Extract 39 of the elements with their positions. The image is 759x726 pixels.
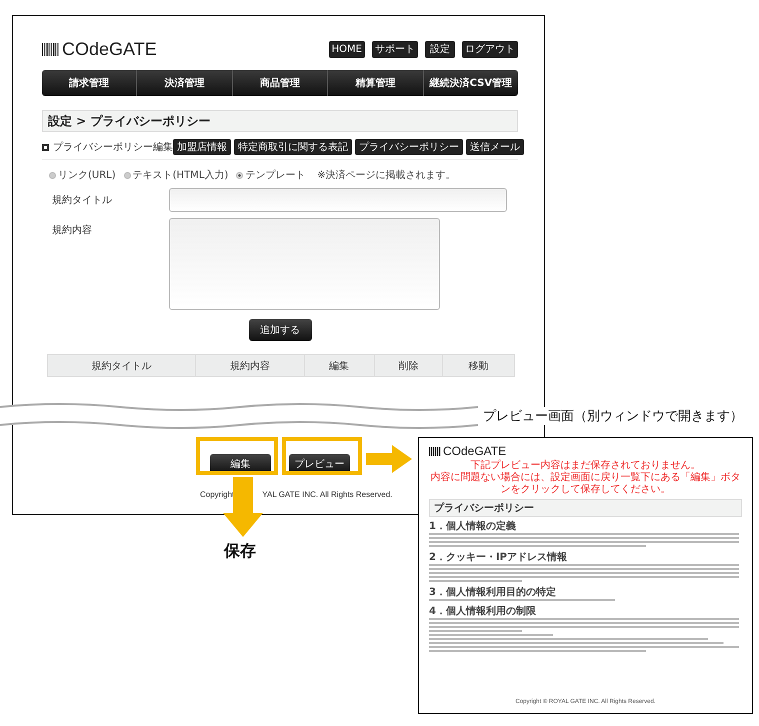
radio-label[interactable]: テキスト(HTML入力) [132,168,228,182]
add-button[interactable]: 追加する [248,319,312,341]
section-heading: 4．個人情報利用の制限 [429,606,537,617]
logo-text: COdeGATE [443,444,506,458]
section-heading: 1．個人情報の定義 [429,521,517,532]
column-header: 削除 [374,355,442,376]
section-button[interactable]: 加盟店情報 [173,139,231,155]
header-button[interactable]: サポート [372,40,418,58]
copyright-text: YAL GATE INC. All Rights Reserved. [262,490,392,499]
column-header: 編集 [304,355,374,376]
page-title: プライバシーポリシー [434,501,534,515]
breadcrumb-text: 設定 > プライバシーポリシー [48,112,210,130]
nav-item[interactable]: 継続決済CSV管理 [422,70,518,96]
notice-text: 内容に問題ない場合には、設定画面に戻り一覧下にある「編集」ボタンをクリックして保存してください。 [430,472,742,496]
radio-note: ※決済ページに掲載されます。 [317,168,456,182]
section-heading: 2．クッキー・IPアドレス情報 [429,552,568,563]
radio-label[interactable]: テンプレート [245,168,306,182]
radio-label[interactable]: リンク(URL) [58,168,116,182]
field-label: 規約タイトル [51,194,113,207]
nav-item[interactable]: 精算管理 [327,70,423,96]
header-button[interactable]: 設定 [425,40,455,58]
section-button[interactable]: 特定商取引に関する表記 [234,139,352,155]
column-header: 規約タイトル [90,360,153,374]
nav-item[interactable]: 決済管理 [136,70,232,96]
column-header: 移動 [442,355,514,376]
header-button[interactable]: HOME [328,40,365,58]
nav-item[interactable]: 商品管理 [232,70,328,96]
section-button[interactable]: プライバシーポリシー [355,139,463,155]
field-label: 規約内容 [51,224,93,237]
section-title: プライバシーポリシー編集 [53,140,173,154]
section-heading: 3．個人情報利用目的の特定 [429,587,557,598]
annotation-label: 保存 [224,541,256,562]
nav-item[interactable]: 請求管理 [42,70,136,96]
logo-text: COdeGATE [62,38,157,60]
notice-text: 下記プレビュー内容はまだ保存されておりません。 [470,460,700,472]
copyright-text: Copyright [200,490,234,499]
section-button[interactable]: 送信メール [466,139,524,155]
column-header: 規約内容 [195,355,304,376]
header-button[interactable]: ログアウト [462,40,518,58]
